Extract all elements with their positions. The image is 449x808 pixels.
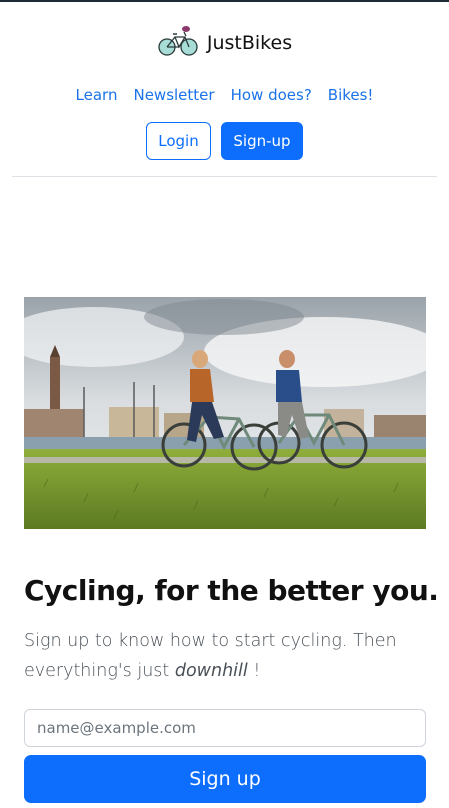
top-border [0,0,449,2]
lead-emphasis: downhill [174,661,248,681]
brand[interactable]: JustBikes [0,18,449,64]
hero-headline: Cycling, for the better you. [24,574,439,607]
hero-image [24,297,426,529]
login-button[interactable]: Login [146,122,211,160]
nav-item-how-does[interactable]: How does? [231,82,312,108]
hero-lead: Sign up to know how to start cycling. Th… [24,626,434,686]
sign-up-button[interactable]: Sign up [24,755,426,803]
brand-name: JustBikes [206,32,293,54]
auth-buttons: Login Sign-up [0,122,449,160]
lead-suffix: ! [247,661,261,681]
nav-item-learn[interactable]: Learn [76,82,118,108]
main-nav: Learn Newsletter How does? Bikes! [0,82,449,108]
signup-nav-button[interactable]: Sign-up [221,122,303,160]
email-input[interactable] [24,709,426,747]
bicycle-icon [158,26,198,56]
nav-item-newsletter[interactable]: Newsletter [133,82,214,108]
header-divider [12,176,437,177]
nav-item-bikes[interactable]: Bikes! [328,82,374,108]
